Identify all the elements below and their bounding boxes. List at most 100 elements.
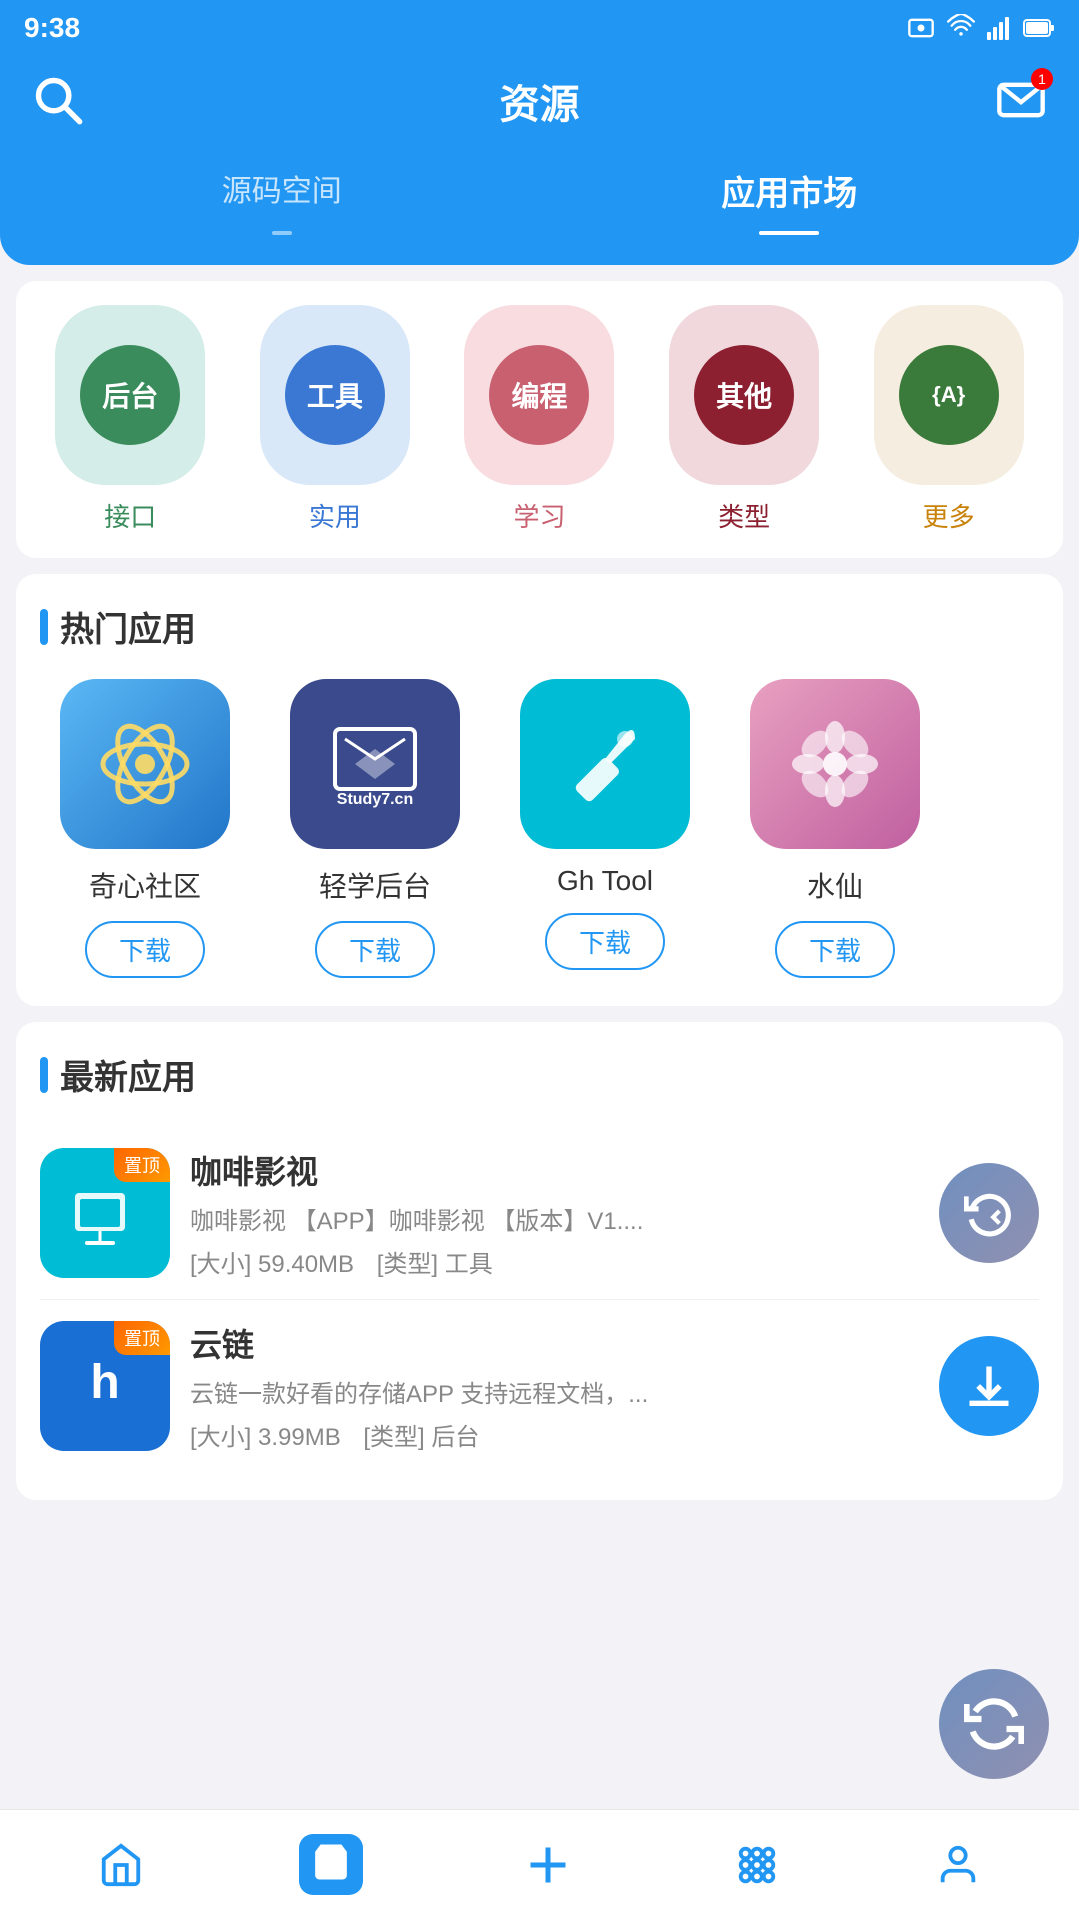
header-top: 资源 1: [32, 72, 1047, 130]
category-icon-wrap-other: 其他: [669, 305, 819, 485]
hot-apps-section: 热门应用 奇心社区 下载 Study7.: [16, 574, 1063, 1006]
app-icon-latest-kafei: 置顶: [40, 1148, 170, 1278]
study7-icon: Study7.cn: [320, 709, 430, 819]
ghtool-wrench-icon: [550, 709, 660, 819]
category-icon-wrap-backend: 后台: [55, 305, 205, 485]
hot-app-qixin[interactable]: 奇心社区 下载: [40, 679, 250, 978]
page-title: 资源: [500, 72, 580, 130]
status-bar: 9:38: [0, 0, 1079, 56]
category-circle-coding: 编程: [489, 345, 589, 445]
yunlian-desc: 云链一款好看的存储APP 支持远程文档，...: [190, 1374, 710, 1409]
nav-home[interactable]: [78, 1832, 164, 1898]
category-item-other[interactable]: 其他 类型: [646, 305, 843, 534]
category-label-tools: 实用: [309, 497, 361, 534]
tab-market[interactable]: 应用市场: [681, 154, 897, 235]
sync-icon: [964, 1188, 1014, 1238]
floating-action-button[interactable]: [939, 1669, 1049, 1779]
kafei-download-btn[interactable]: [939, 1163, 1039, 1263]
search-icon: [32, 74, 84, 126]
tab-market-indicator: [759, 231, 819, 235]
hot-app-study7[interactable]: Study7.cn 轻学后台 下载: [270, 679, 480, 978]
add-icon: [518, 1835, 578, 1895]
app-name-shuixian: 水仙: [807, 865, 863, 905]
latest-apps-title-text: 最新应用: [60, 1050, 196, 1099]
category-circle-more: {A}: [899, 345, 999, 445]
tab-source-indicator: [272, 231, 292, 235]
kafei-info: 咖啡影视 咖啡影视 【APP】咖啡影视 【版本】V1.... [大小] 59.4…: [190, 1147, 919, 1279]
hot-app-shuixian[interactable]: 水仙 下载: [730, 679, 940, 978]
hot-apps-title-text: 热门应用: [60, 602, 196, 651]
latest-apps-title: 最新应用: [40, 1050, 1039, 1099]
nav-apps[interactable]: [714, 1832, 800, 1898]
latest-app-yunlian: h 置顶 云链 云链一款好看的存储APP 支持远程文档，... [大小] 3.9…: [40, 1300, 1039, 1472]
category-icon-wrap-tools: 工具: [260, 305, 410, 485]
category-label-more: 更多: [923, 497, 975, 534]
app-name-study7: 轻学后台: [319, 865, 431, 905]
hot-app-ghtool[interactable]: Gh Tool 下载: [500, 679, 710, 978]
status-time: 9:38: [24, 12, 80, 44]
svg-text:Study7.cn: Study7.cn: [337, 791, 413, 808]
tab-source[interactable]: 源码空间: [182, 154, 382, 235]
header-curve: [0, 235, 1079, 265]
kafei-meta: [大小] 59.40MB [类型] 工具: [190, 1244, 919, 1279]
download-btn-study7[interactable]: 下载: [315, 921, 435, 978]
mail-button[interactable]: 1: [995, 74, 1047, 129]
kafei-name: 咖啡影视: [190, 1147, 919, 1193]
category-circle-tools: 工具: [285, 345, 385, 445]
download-btn-shuixian[interactable]: 下载: [775, 921, 895, 978]
yunlian-name: 云链: [190, 1320, 919, 1366]
status-icons: [907, 14, 1055, 42]
nav-shop[interactable]: [279, 1824, 383, 1905]
app-icon-qixin: [60, 679, 230, 849]
latest-apps-section: 最新应用 置顶 咖啡影视 咖啡影视 【APP】咖啡影视 【版本】V1.... […: [16, 1022, 1063, 1500]
category-circle-other: 其他: [694, 345, 794, 445]
app-icon-shuixian: [750, 679, 920, 849]
signal-icon: [987, 14, 1011, 42]
nav-add[interactable]: [498, 1825, 598, 1905]
app-icon-ghtool: [520, 679, 690, 849]
yunlian-download-btn[interactable]: [939, 1336, 1039, 1436]
download-btn-ghtool[interactable]: 下载: [545, 913, 665, 970]
download-icon: [963, 1360, 1015, 1412]
latest-app-kafei: 置顶 咖啡影视 咖啡影视 【APP】咖啡影视 【版本】V1.... [大小] 5…: [40, 1127, 1039, 1300]
battery-icon: [1023, 14, 1055, 42]
hot-apps-title: 热门应用: [40, 602, 1039, 651]
download-btn-qixin[interactable]: 下载: [85, 921, 205, 978]
wifi-icon: [947, 14, 975, 42]
category-section: 后台 接口 工具 实用 编程 学习 其他: [16, 281, 1063, 558]
tab-bar: 源码空间 应用市场: [32, 154, 1047, 235]
yunlian-meta: [大小] 3.99MB [类型] 后台: [190, 1417, 919, 1452]
app-icon-latest-yunlian: h 置顶: [40, 1321, 170, 1451]
category-item-tools[interactable]: 工具 实用: [237, 305, 434, 534]
photo-icon: [907, 14, 935, 42]
search-button[interactable]: [32, 74, 84, 129]
category-item-coding[interactable]: 编程 学习: [441, 305, 638, 534]
section-title-bar-latest: [40, 1057, 48, 1093]
mail-badge: 1: [1031, 68, 1053, 90]
kafei-desc: 咖啡影视 【APP】咖啡影视 【版本】V1....: [190, 1201, 710, 1236]
kafei-badge: 置顶: [114, 1148, 170, 1182]
bottom-nav: [0, 1809, 1079, 1919]
qixin-orbit-icon: [95, 714, 195, 814]
app-name-qixin: 奇心社区: [89, 865, 201, 905]
svg-text:h: h: [90, 1356, 119, 1409]
category-item-backend[interactable]: 后台 接口: [32, 305, 229, 534]
sync-arrows-icon: [964, 1694, 1024, 1754]
user-icon: [935, 1842, 981, 1888]
category-item-more[interactable]: {A} 更多: [850, 305, 1047, 534]
header: 资源 1 源码空间 应用市场: [0, 56, 1079, 235]
app-icon-study7: Study7.cn: [290, 679, 460, 849]
nav-user[interactable]: [915, 1832, 1001, 1898]
yunlian-badge: 置顶: [114, 1321, 170, 1355]
yunlian-info: 云链 云链一款好看的存储APP 支持远程文档，... [大小] 3.99MB […: [190, 1320, 919, 1452]
category-icon-wrap-more: {A}: [874, 305, 1024, 485]
shop-bag-icon: [311, 1842, 351, 1882]
category-label-other: 类型: [718, 497, 770, 534]
home-icon: [98, 1842, 144, 1888]
shuixian-flower-icon: [780, 709, 890, 819]
section-title-bar-hot: [40, 609, 48, 645]
category-icon-wrap-coding: 编程: [464, 305, 614, 485]
app-name-ghtool: Gh Tool: [557, 865, 653, 897]
apps-grid-icon: [734, 1842, 780, 1888]
hot-apps-row: 奇心社区 下载 Study7.cn 轻学后台 下载: [40, 679, 1039, 978]
